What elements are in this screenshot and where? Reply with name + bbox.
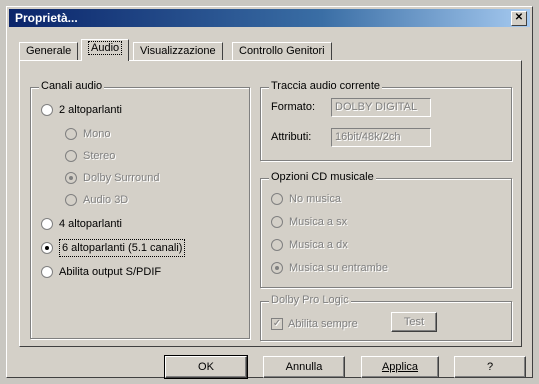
radio-spdif[interactable]: Abilita output S/PDIF bbox=[41, 264, 161, 280]
radio-circle bbox=[65, 128, 77, 140]
radio-circle bbox=[41, 242, 53, 254]
check-icon: ✓ bbox=[271, 318, 283, 330]
radio-label: Mono bbox=[83, 128, 111, 140]
radio-label: Musica a dx bbox=[289, 239, 348, 251]
radio-circle bbox=[65, 150, 77, 162]
ok-button[interactable]: OK bbox=[164, 355, 248, 379]
radio-music-both[interactable]: Musica su entrambe bbox=[271, 260, 388, 276]
current-track-group: Traccia audio corrente Formato: DOLBY DI… bbox=[260, 80, 512, 161]
apply-button[interactable]: Applica bbox=[361, 356, 439, 378]
radio-circle bbox=[271, 216, 283, 228]
radio-label: No musica bbox=[289, 193, 341, 205]
radio-no-music[interactable]: No musica bbox=[271, 191, 341, 207]
current-track-title: Traccia audio corrente bbox=[269, 80, 383, 92]
dolby-title: Dolby Pro Logic bbox=[269, 294, 351, 306]
tab-visualizzazione[interactable]: Visualizzazione bbox=[133, 42, 223, 60]
radio-label: Musica su entrambe bbox=[289, 262, 389, 274]
audio-channels-title: Canali audio bbox=[39, 80, 105, 92]
title-bar[interactable]: Proprietà... ✕ bbox=[9, 9, 530, 27]
audio-channels-group: Canali audio 2 altoparlanti Mono Stereo … bbox=[30, 80, 250, 339]
properties-dialog: Proprietà... ✕ Generale Audio Visualizza… bbox=[6, 6, 533, 379]
radio-circle bbox=[41, 266, 53, 278]
radio-4-speakers[interactable]: 4 altoparlanti bbox=[41, 216, 122, 232]
cd-options-group: Opzioni CD musicale No musica Musica a s… bbox=[260, 171, 512, 288]
radio-6-speakers[interactable]: 6 altoparlanti (5.1 canali) bbox=[41, 239, 186, 257]
checkbox-label: Abilita sempre bbox=[288, 318, 358, 330]
apply-label: Applica bbox=[381, 361, 419, 373]
tab-audio[interactable]: Audio bbox=[81, 39, 130, 61]
tab-generale[interactable]: Generale bbox=[19, 42, 79, 60]
radio-circle bbox=[41, 218, 53, 230]
radio-label: Stereo bbox=[83, 150, 116, 162]
radio-music-left[interactable]: Musica a sx bbox=[271, 214, 347, 230]
format-field: DOLBY DIGITAL bbox=[331, 98, 431, 117]
radio-label: Abilita output S/PDIF bbox=[59, 266, 162, 278]
attributes-field: 16bit/48k/2ch bbox=[331, 128, 431, 147]
attributes-label: Attributi: bbox=[271, 131, 312, 143]
radio-label: Audio 3D bbox=[83, 194, 129, 206]
radio-circle bbox=[41, 104, 53, 116]
help-button[interactable]: ? bbox=[454, 356, 526, 378]
radio-mono[interactable]: Mono bbox=[65, 126, 111, 142]
radio-circle bbox=[271, 262, 283, 274]
tab-controllo-genitori[interactable]: Controllo Genitori bbox=[232, 42, 332, 60]
radio-label: 2 altoparlanti bbox=[59, 104, 122, 116]
test-button[interactable]: Test bbox=[391, 312, 437, 332]
window-title: Proprietà... bbox=[15, 11, 78, 25]
format-label: Formato: bbox=[271, 101, 316, 113]
radio-label: 6 altoparlanti (5.1 canali) bbox=[59, 239, 186, 257]
radio-circle bbox=[271, 239, 283, 251]
cancel-button[interactable]: Annulla bbox=[263, 356, 345, 378]
radio-2-speakers[interactable]: 2 altoparlanti bbox=[41, 102, 122, 118]
radio-music-right[interactable]: Musica a dx bbox=[271, 237, 348, 253]
close-button[interactable]: ✕ bbox=[511, 11, 527, 26]
radio-circle bbox=[271, 193, 283, 205]
radio-label: Musica a sx bbox=[289, 216, 348, 228]
radio-circle bbox=[65, 172, 77, 184]
radio-circle bbox=[65, 194, 77, 206]
dolby-pro-logic-group: Dolby Pro Logic ✓ Abilita sempre Test bbox=[260, 294, 512, 341]
radio-audio-3d[interactable]: Audio 3D bbox=[65, 192, 128, 208]
close-icon: ✕ bbox=[514, 12, 524, 23]
radio-label: Dolby Surround bbox=[83, 172, 160, 184]
cd-options-title: Opzioni CD musicale bbox=[269, 171, 376, 183]
audio-panel: Canali audio 2 altoparlanti Mono Stereo … bbox=[19, 60, 522, 347]
radio-stereo[interactable]: Stereo bbox=[65, 148, 115, 164]
radio-label: 4 altoparlanti bbox=[59, 218, 122, 230]
radio-dolby-surround[interactable]: Dolby Surround bbox=[65, 170, 159, 186]
always-enable-checkbox[interactable]: ✓ Abilita sempre bbox=[271, 316, 358, 332]
tab-audio-label: Audio bbox=[88, 41, 123, 55]
